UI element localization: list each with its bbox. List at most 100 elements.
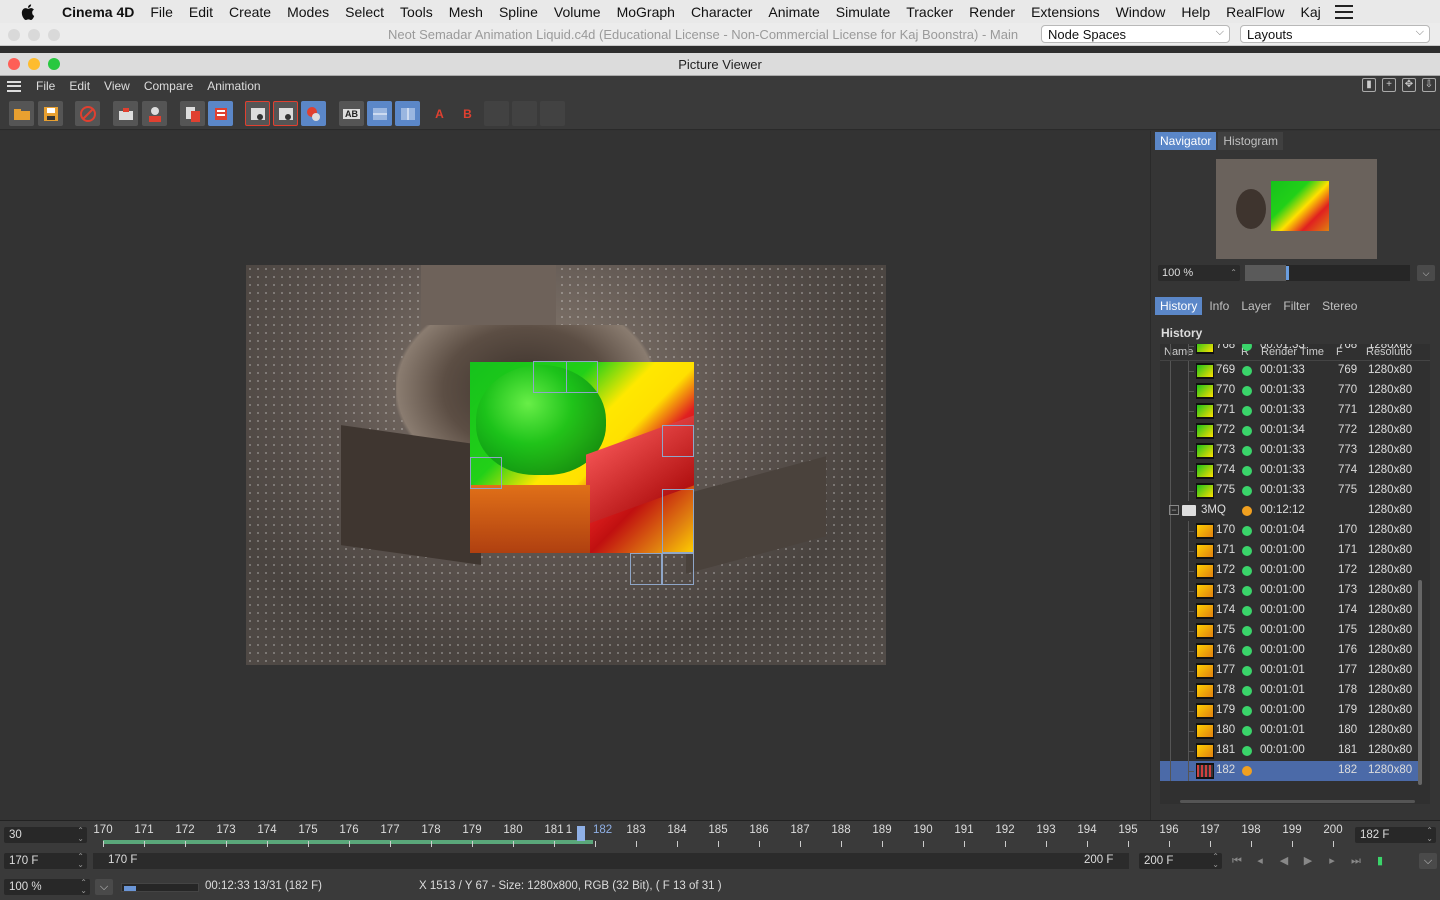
- history-row[interactable]: 774 00:01:33 774 1280x80: [1160, 461, 1422, 481]
- history-row[interactable]: 769 00:01:33 769 1280x80: [1160, 361, 1422, 381]
- sound-icon[interactable]: [1395, 853, 1413, 869]
- layouts-dropdown[interactable]: Layouts ⌵: [1240, 25, 1430, 43]
- new-window-icon[interactable]: +: [1382, 78, 1396, 92]
- history-row[interactable]: 768 00:01:33 768 1280x80: [1160, 344, 1422, 356]
- loop-icon[interactable]: ▮: [1371, 853, 1389, 869]
- apple-icon[interactable]: [18, 3, 38, 20]
- history-row[interactable]: 172 00:01:00 172 1280x80: [1160, 561, 1422, 581]
- tab-layer[interactable]: Layer: [1236, 297, 1276, 315]
- menu-window[interactable]: Window: [1108, 4, 1174, 20]
- tab-navigator[interactable]: Navigator: [1155, 132, 1217, 150]
- history-row[interactable]: 181 00:01:00 181 1280x80: [1160, 741, 1422, 761]
- history-row[interactable]: 177 00:01:01 177 1280x80: [1160, 661, 1422, 681]
- minimize-button-inactive[interactable]: [28, 29, 40, 41]
- menu-tracker[interactable]: Tracker: [898, 4, 961, 20]
- tab-histogram[interactable]: Histogram: [1218, 132, 1284, 150]
- menu-modes[interactable]: Modes: [279, 4, 337, 20]
- menu-select[interactable]: Select: [337, 4, 392, 20]
- swap-icon[interactable]: [512, 101, 537, 126]
- pv-menu-animation[interactable]: Animation: [200, 79, 267, 93]
- menu-spline[interactable]: Spline: [491, 4, 546, 20]
- chevron-down-icon[interactable]: ⌵: [1417, 265, 1435, 281]
- horizontal-scrollbar[interactable]: [1180, 800, 1415, 803]
- timeline-zoom-field[interactable]: 100 % ⌃ ⌄: [4, 879, 90, 895]
- zoom-button-inactive[interactable]: [48, 29, 60, 41]
- move-icon[interactable]: ✥: [1402, 78, 1416, 92]
- previous-frame-icon[interactable]: ◂: [1251, 853, 1269, 869]
- history-row[interactable]: 173 00:01:00 173 1280x80: [1160, 581, 1422, 601]
- menu-tools[interactable]: Tools: [392, 4, 441, 20]
- current-frame-field[interactable]: 182 F ⌃ ⌄: [1355, 827, 1436, 843]
- open-icon[interactable]: [9, 101, 34, 126]
- diff-icon[interactable]: [484, 101, 509, 126]
- stop-render-icon[interactable]: [75, 101, 100, 126]
- menu-animate[interactable]: Animate: [760, 4, 827, 20]
- pv-menu-file[interactable]: File: [29, 79, 62, 93]
- pv-menu-edit[interactable]: Edit: [62, 79, 97, 93]
- pv-menu-compare[interactable]: Compare: [137, 79, 200, 93]
- history-row[interactable]: 771 00:01:33 771 1280x80: [1160, 401, 1422, 421]
- node-spaces-dropdown[interactable]: Node Spaces ⌵: [1041, 25, 1230, 43]
- split-vertical-icon[interactable]: [395, 101, 420, 126]
- tab-stereo[interactable]: Stereo: [1317, 297, 1362, 315]
- chevron-down-icon[interactable]: ⌵: [95, 879, 113, 895]
- next-frame-icon[interactable]: ▸: [1323, 853, 1341, 869]
- dock-icon[interactable]: ⇩: [1422, 78, 1436, 92]
- region-render-icon[interactable]: [113, 101, 138, 126]
- history-row[interactable]: 772 00:01:34 772 1280x80: [1160, 421, 1422, 441]
- zoom-slider-knob[interactable]: [1286, 266, 1290, 280]
- menu-render[interactable]: Render: [961, 4, 1023, 20]
- history-row[interactable]: 775 00:01:33 775 1280x80: [1160, 481, 1422, 501]
- save-icon[interactable]: [38, 101, 63, 126]
- menu-file[interactable]: File: [142, 4, 181, 20]
- tab-filter[interactable]: Filter: [1278, 297, 1315, 315]
- minimize-button[interactable]: [28, 58, 40, 70]
- menu-create[interactable]: Create: [221, 4, 279, 20]
- menu-mograph[interactable]: MoGraph: [609, 4, 683, 20]
- close-button[interactable]: [8, 58, 20, 70]
- history-row[interactable]: 175 00:01:00 175 1280x80: [1160, 621, 1422, 641]
- collapse-icon[interactable]: −: [1169, 505, 1179, 515]
- split-horizontal-icon[interactable]: [367, 101, 392, 126]
- frame-a-icon[interactable]: [245, 101, 270, 126]
- timeline-ruler[interactable]: 170 171 172 173 174 175 176 177 178 179 180 181 1 182…: [93, 821, 1351, 849]
- set-b-icon[interactable]: B: [455, 101, 480, 126]
- history-row[interactable]: 179 00:01:00 179 1280x80: [1160, 701, 1422, 721]
- overlay-icon[interactable]: [540, 101, 565, 126]
- tab-info[interactable]: Info: [1204, 297, 1234, 315]
- menu-mesh[interactable]: Mesh: [441, 4, 491, 20]
- close-button-inactive[interactable]: [8, 29, 20, 41]
- history-row[interactable]: 171 00:01:00 171 1280x80: [1160, 541, 1422, 561]
- play-forward-icon[interactable]: ▶: [1299, 853, 1317, 869]
- start-frame-field[interactable]: 170 F ⌃ ⌄: [4, 853, 87, 869]
- frame-b-icon[interactable]: [273, 101, 298, 126]
- playhead[interactable]: [577, 826, 585, 841]
- menu-realflow[interactable]: RealFlow: [1218, 4, 1292, 20]
- frame-range-bar[interactable]: 170 F 200 F: [93, 853, 1129, 869]
- tab-history[interactable]: History: [1155, 297, 1203, 315]
- play-backward-icon[interactable]: ◀: [1275, 853, 1293, 869]
- copy-icon[interactable]: [180, 101, 205, 126]
- zoom-field[interactable]: 100 % ⌃: [1158, 265, 1240, 281]
- app-menu[interactable]: Cinema 4D: [54, 4, 142, 20]
- navigator-thumbnail[interactable]: [1216, 159, 1377, 259]
- pv-menu-view[interactable]: View: [97, 79, 137, 93]
- user-render-icon[interactable]: [142, 101, 167, 126]
- menu-character[interactable]: Character: [683, 4, 760, 20]
- history-row[interactable]: 180 00:01:01 180 1280x80: [1160, 721, 1422, 741]
- history-table[interactable]: Name R Render Time F Resolutio 768 00:01:…: [1160, 344, 1430, 804]
- menu-kaj[interactable]: Kaj: [1293, 4, 1329, 20]
- go-to-start-icon[interactable]: ⏮: [1228, 853, 1246, 869]
- history-row[interactable]: 770 00:01:33 770 1280x80: [1160, 381, 1422, 401]
- ab-compare-icon[interactable]: AB: [339, 101, 364, 126]
- end-frame-field[interactable]: 200 F ⌃ ⌄: [1139, 853, 1222, 869]
- set-a-icon[interactable]: A: [427, 101, 452, 126]
- history-row[interactable]: 170 00:01:04 170 1280x80: [1160, 521, 1422, 541]
- frame-compare-icon[interactable]: [301, 101, 326, 126]
- hamburger-icon[interactable]: [7, 80, 21, 92]
- list-icon[interactable]: [1334, 4, 1353, 19]
- panel-toggle-icon[interactable]: ▮: [1362, 78, 1376, 92]
- chevron-down-icon[interactable]: ⌵: [1419, 853, 1437, 869]
- fps-field[interactable]: 30 ⌃ ⌄: [4, 827, 87, 843]
- menu-extensions[interactable]: Extensions: [1023, 4, 1107, 20]
